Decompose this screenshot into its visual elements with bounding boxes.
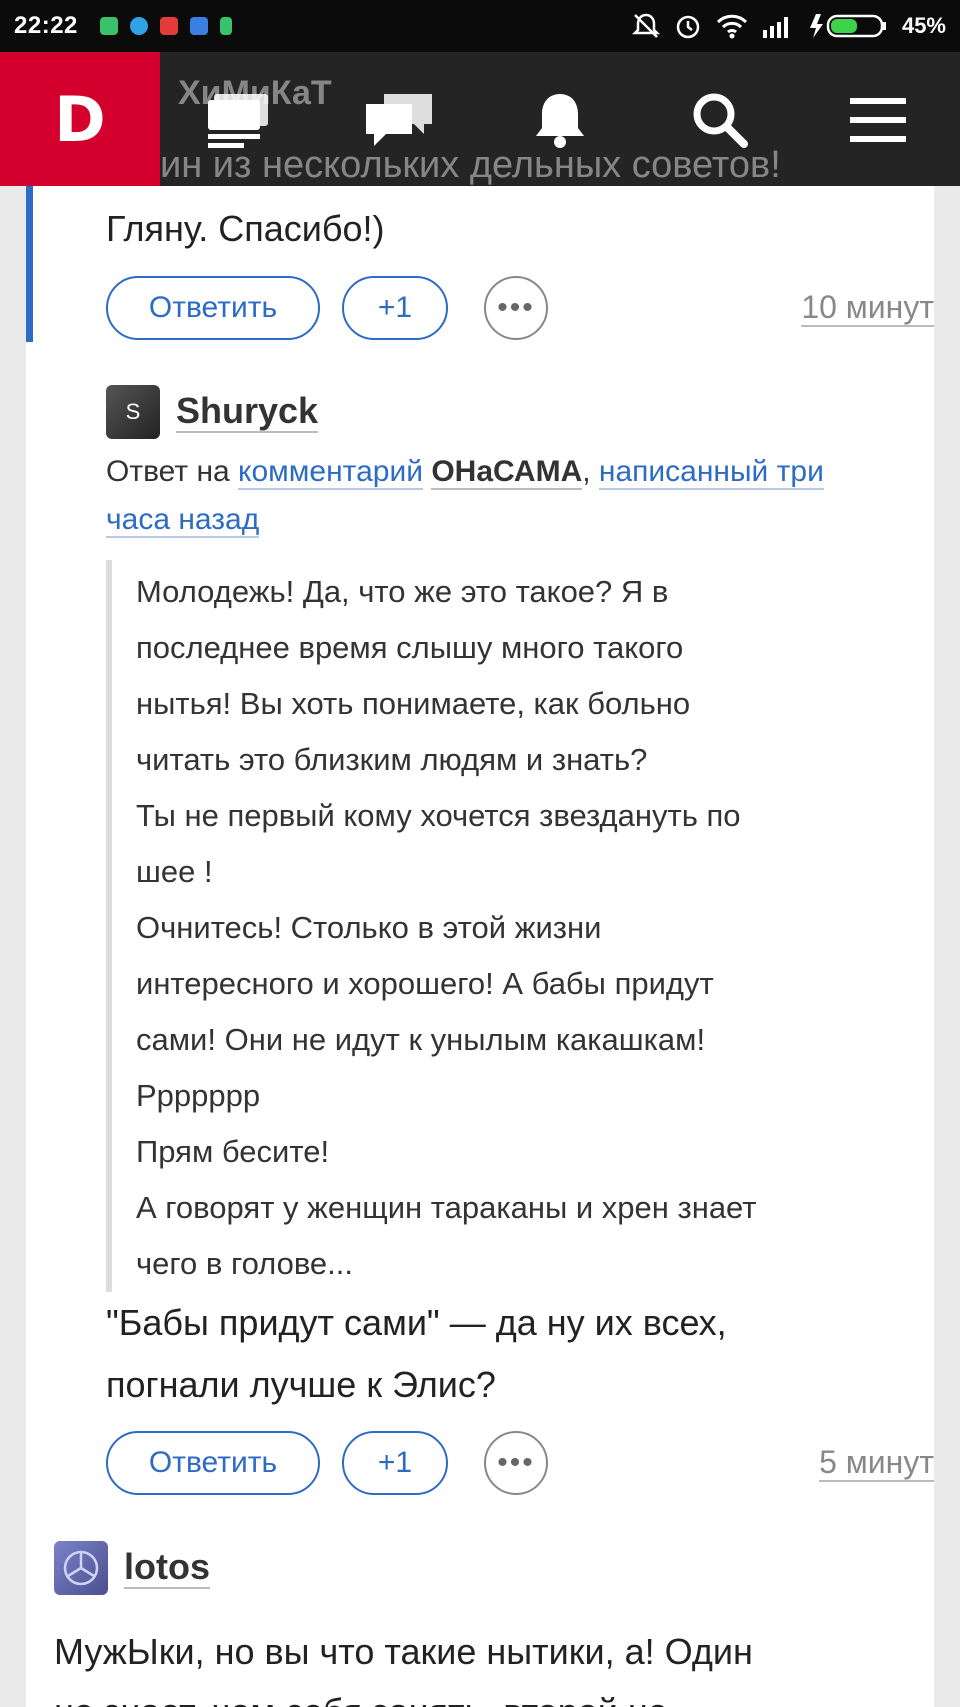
feed-icon[interactable] [200,88,276,152]
alarm-icon [676,15,700,39]
quote-line: сами! Они не идут к унылым какашкам! [136,1022,706,1057]
reply-button[interactable]: Ответить [106,276,320,340]
comment-author: S Shuryck [106,385,319,439]
comment-text: МужЫки, но вы что такие нытики, а! Один … [54,1622,924,1707]
menu-icon[interactable] [840,88,916,152]
quote-line: чего в голове... [136,1246,354,1281]
author-name[interactable]: lotos [124,1547,210,1589]
new-comment-indicator [26,186,33,342]
mercedes-logo-icon [63,1550,99,1586]
status-time: 22:22 [14,12,78,39]
more-options-button[interactable]: ••• [484,276,548,340]
quote-line: интересного и хорошего! А бабы придут [136,966,714,1001]
top-navigation: ХиМиКаТ ин из нескольких дельных советов… [0,52,960,186]
comment-text-line: МужЫки, но вы что такие нытики, а! Один [54,1631,753,1672]
comment-text-line: "Бабы придут сами" — да ну их всех, [106,1302,727,1343]
reply-meta-comma: , [582,455,599,488]
mute-bell-icon [631,13,660,38]
telegram-icon [129,17,148,35]
site-logo[interactable]: D [0,52,160,186]
comment-actions: Ответить +1 ••• 10 минут [106,276,934,340]
quote-line: Очнитесь! Столько в этой жизни [136,910,602,945]
quote-line: Ррррррр [136,1078,261,1113]
quote-line: Молодежь! Да, что же это такое? Я в [136,574,669,609]
reply-meta-prefix: Ответ на [106,455,239,488]
notification-icons [99,17,232,35]
reply-button[interactable]: Ответить [106,1431,320,1495]
quote-line: читать это близким людям и знать? [136,742,648,777]
yandex-icon [159,17,178,35]
wifi-icon [716,14,748,39]
quote-line: Прям бесите! [136,1134,330,1169]
chat-icon[interactable] [362,88,438,152]
author-name[interactable]: Shuryck [176,391,319,433]
comment-author: lotos [54,1541,210,1595]
notification-icon [99,17,118,35]
status-bar: 22:22 45% [0,0,960,52]
parent-author-link[interactable]: ОНаСАМА [431,455,583,490]
comments-card: Гляну. Спасибо!) Ответить +1 ••• 10 мину… [26,186,934,1707]
quote-line: нытья! Вы хоть понимаете, как больно [136,686,691,721]
comment-time[interactable]: 5 минут [819,1444,934,1482]
avatar[interactable] [54,1541,108,1595]
plus-one-button[interactable]: +1 [342,1431,448,1495]
app-icon [189,17,208,35]
quote-line: А говорят у женщин тараканы и хрен знает [136,1190,757,1225]
avatar[interactable]: S [106,385,160,439]
search-icon[interactable] [682,88,758,152]
bell-icon[interactable] [522,88,598,152]
quote-line: Ты не первый кому хочется звездануть по [136,798,741,833]
plus-one-button[interactable]: +1 [342,276,448,340]
signal-icon [762,17,788,38]
parent-comment-link[interactable]: комментарий [238,455,423,490]
battery-percent: 45% [901,13,946,38]
more-options-button[interactable]: ••• [484,1431,548,1495]
reply-meta: Ответ на комментарий ОНаСАМА, написанный… [106,448,866,544]
comment-text-line: погнали лучше к Элис? [106,1364,496,1405]
battery-icon [809,14,886,38]
notification-icon [219,17,232,35]
comment-text: "Бабы придут сами" — да ну их всех, погн… [106,1292,906,1416]
comment-time[interactable]: 10 минут [801,289,934,327]
quote-line: шее ! [136,854,213,889]
quoted-comment: Молодежь! Да, что же это такое? Я в посл… [106,560,906,1292]
quote-line: последнее время слышу много такого [136,630,684,665]
comment-text: Гляну. Спасибо!) [106,208,385,249]
comment-actions: Ответить +1 ••• 5 минут [106,1431,934,1495]
comment-text-line: не знает, чем себя занять, второй не [54,1682,924,1707]
